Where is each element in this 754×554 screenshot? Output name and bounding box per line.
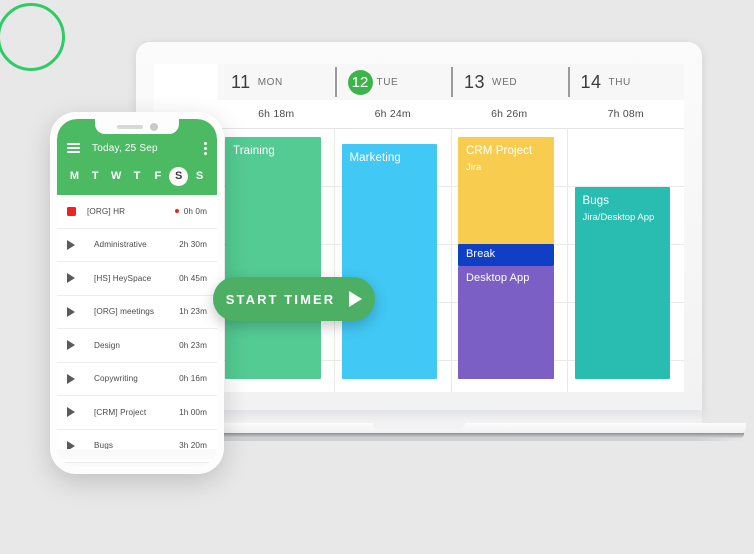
day-total-thu: 7h 08m — [607, 108, 644, 120]
play-icon[interactable] — [67, 407, 83, 418]
phone-camera-icon — [149, 122, 158, 131]
event-title: Break — [466, 248, 496, 260]
play-icon[interactable] — [67, 306, 83, 317]
weekday-t1[interactable]: T — [85, 170, 106, 182]
phone-topbar: Today, 25 Sep — [57, 136, 217, 160]
calendar-grid: Training Marketing CRM Project Jira Brea… — [154, 128, 684, 392]
day-abbreviation: TUE — [376, 76, 399, 88]
play-icon[interactable] — [67, 340, 83, 351]
phone-time-entry-list[interactable]: [ORG] HR 0h 0m Administrative 2h 30m [HS… — [57, 195, 217, 463]
entry-label: Copywriting — [94, 374, 138, 384]
entry-duration: 0h 16m — [179, 374, 207, 384]
event-title: Training — [233, 145, 275, 157]
day-abbreviation: THU — [608, 76, 631, 88]
play-icon[interactable] — [67, 239, 83, 250]
calendar-column-tue[interactable]: Marketing — [335, 129, 452, 392]
event-title: CRM Project — [466, 145, 533, 157]
day-abbreviation: MON — [257, 76, 283, 88]
calendar-day-header-row: 11 MON 12 TUE 13 WED 14 THU — [154, 64, 684, 100]
start-timer-label: START TIMER — [225, 291, 336, 307]
weekday-m[interactable]: M — [64, 170, 85, 182]
day-header-wed[interactable]: 13 WED — [451, 64, 568, 100]
entry-label: Administrative — [94, 240, 147, 250]
start-timer-button[interactable]: START TIMER — [213, 277, 375, 321]
play-icon — [349, 291, 363, 307]
day-header-mon[interactable]: 11 MON — [218, 64, 335, 100]
day-total-mon: 6h 18m — [258, 108, 295, 120]
event-block-break[interactable]: Break — [458, 244, 554, 266]
list-item[interactable]: Administrative 2h 30m — [57, 228, 217, 262]
weekday-s1-label: S — [169, 166, 189, 186]
event-title: Marketing — [349, 152, 401, 164]
day-total-tue: 6h 24m — [374, 108, 411, 120]
kebab-menu-icon[interactable] — [204, 140, 207, 157]
calendar-columns: Training Marketing CRM Project Jira Brea… — [154, 129, 684, 392]
hamburger-menu-icon[interactable] — [67, 140, 80, 155]
calendar-header-spacer — [154, 64, 218, 100]
phone-mockup: Today, 25 Sep M T W T F S S [ORG] HR 0h … — [50, 112, 224, 474]
calendar-column-thu[interactable]: Bugs Jira/Desktop App — [568, 129, 685, 392]
entry-duration: 0h 45m — [179, 273, 207, 283]
list-item[interactable]: [HS] HeySpace 0h 45m — [57, 262, 217, 296]
entry-duration: 2h 30m — [179, 240, 207, 250]
event-subtitle: Jira — [466, 162, 482, 173]
phone-weekday-selector: M T W T F S S — [57, 163, 217, 189]
phone-speaker — [116, 124, 143, 129]
calendar-day-totals-row: 6h 18m 6h 24m 6h 26m 7h 08m — [154, 100, 684, 128]
event-block-bugs[interactable]: Bugs Jira/Desktop App — [574, 187, 670, 379]
phone-screen: Today, 25 Sep M T W T F S S [ORG] HR 0h … — [57, 119, 217, 467]
day-total-wed: 6h 26m — [491, 108, 528, 120]
phone-list-bottom-spacer — [57, 449, 217, 459]
entry-duration: 1h 00m — [179, 407, 207, 417]
entry-label: [HS] HeySpace — [94, 273, 152, 283]
list-item[interactable]: [CRM] Project 1h 00m — [57, 396, 217, 430]
entry-label: [ORG] meetings — [94, 307, 155, 317]
decorative-circle — [0, 3, 65, 71]
phone-date-label: Today, 25 Sep — [92, 142, 158, 154]
entry-duration: 0h 23m — [179, 340, 207, 350]
entry-duration: 1h 23m — [179, 307, 207, 317]
day-number: 13 — [464, 71, 486, 92]
day-header-tue[interactable]: 12 TUE — [334, 64, 452, 100]
day-number-today: 12 — [347, 69, 373, 95]
phone-notch — [95, 119, 179, 134]
weekday-s2[interactable]: S — [189, 170, 210, 182]
entry-label: [ORG] HR — [87, 206, 126, 216]
day-abbreviation: WED — [492, 76, 518, 88]
weekday-f[interactable]: F — [147, 170, 168, 182]
weekday-w[interactable]: W — [106, 170, 127, 182]
day-number: 11 — [231, 71, 251, 92]
list-item[interactable]: [ORG] meetings 1h 23m — [57, 295, 217, 329]
play-icon[interactable] — [67, 373, 83, 384]
entry-label: [CRM] Project — [94, 407, 147, 417]
event-block-training[interactable]: Training — [225, 137, 321, 379]
entry-duration: 0h 0m — [183, 206, 207, 216]
list-item[interactable]: Copywriting 0h 16m — [57, 362, 217, 396]
event-subtitle: Jira/Desktop App — [582, 212, 655, 223]
laptop-screen: 11 MON 12 TUE 13 WED 14 THU 6h 18m 6h 24… — [154, 64, 684, 392]
recording-dot-icon — [174, 209, 179, 214]
weekday-s1-selected[interactable]: S — [168, 166, 189, 186]
event-title: Bugs — [582, 195, 610, 207]
event-block-marketing[interactable]: Marketing — [341, 144, 437, 379]
event-block-desktop-app[interactable]: Desktop App — [458, 266, 554, 379]
weekday-t2[interactable]: T — [127, 170, 148, 182]
calendar-column-wed[interactable]: CRM Project Jira Break Desktop App — [451, 129, 568, 392]
day-number: 14 — [580, 71, 602, 92]
list-item[interactable]: Design 0h 23m — [57, 329, 217, 363]
event-title: Desktop App — [466, 272, 530, 284]
event-block-crm-project[interactable]: CRM Project Jira — [458, 137, 554, 244]
play-icon[interactable] — [67, 273, 83, 284]
day-header-thu[interactable]: 14 THU — [567, 64, 685, 100]
entry-label: Design — [94, 340, 121, 350]
stop-icon[interactable] — [67, 206, 76, 216]
list-item[interactable]: [ORG] HR 0h 0m — [57, 195, 217, 229]
calendar-view: 11 MON 12 TUE 13 WED 14 THU 6h 18m 6h 24… — [154, 64, 684, 392]
calendar-column-mon[interactable]: Training — [218, 129, 335, 392]
laptop-trackpad-notch — [373, 423, 465, 429]
